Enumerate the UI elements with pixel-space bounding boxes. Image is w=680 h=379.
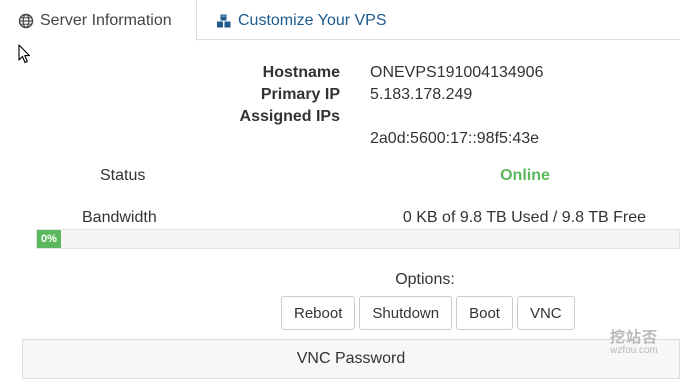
bandwidth-progress-bar: 0% bbox=[36, 229, 680, 249]
reboot-button[interactable]: Reboot bbox=[281, 296, 356, 330]
assigned-ips-label: Assigned IPs bbox=[239, 108, 340, 125]
bandwidth-label: Bandwidth bbox=[82, 209, 157, 226]
status-value: Online bbox=[500, 167, 550, 184]
bandwidth-value: 0 KB of 9.8 TB Used / 9.8 TB Free bbox=[402, 209, 646, 226]
shutdown-button[interactable]: Shutdown bbox=[359, 296, 453, 330]
boot-button[interactable]: Boot bbox=[456, 296, 513, 330]
options-label: Options: bbox=[395, 271, 455, 288]
watermark-cn: 挖站否 bbox=[609, 329, 658, 346]
globe-icon bbox=[18, 13, 34, 29]
status-label: Status bbox=[100, 167, 146, 184]
progress-fill: 0% bbox=[37, 230, 61, 248]
tab-customize-vps[interactable]: Customize Your VPS bbox=[198, 0, 408, 41]
tab-label: Customize Your VPS bbox=[238, 11, 387, 29]
watermark-logo: 挖站否 wzfou.com bbox=[604, 326, 664, 356]
watermark-en: wzfou.com bbox=[610, 345, 658, 356]
tab-bar: Server Information Customize Your VPS bbox=[0, 0, 680, 41]
vnc-password-panel: VNC Password bbox=[22, 339, 680, 379]
assigned-ip-value: 2a0d:5600:17::98f5:43e bbox=[370, 130, 540, 147]
cubes-icon bbox=[216, 13, 232, 29]
vnc-password-title: VNC Password bbox=[296, 350, 406, 367]
primary-ip-value: 5.183.178.249 bbox=[370, 86, 473, 103]
tab-label: Server Information bbox=[40, 11, 172, 29]
mouse-cursor-icon bbox=[18, 44, 32, 64]
primary-ip-label: Primary IP bbox=[260, 86, 340, 103]
hostname-value: ONEVPS191004134906 bbox=[370, 64, 544, 81]
vnc-button[interactable]: VNC bbox=[516, 296, 575, 330]
hostname-label: Hostname bbox=[262, 64, 340, 81]
options-button-group: Reboot Shutdown Boot VNC bbox=[281, 296, 575, 330]
progress-percent: 0% bbox=[41, 233, 57, 245]
tab-server-information[interactable]: Server Information bbox=[0, 0, 197, 41]
